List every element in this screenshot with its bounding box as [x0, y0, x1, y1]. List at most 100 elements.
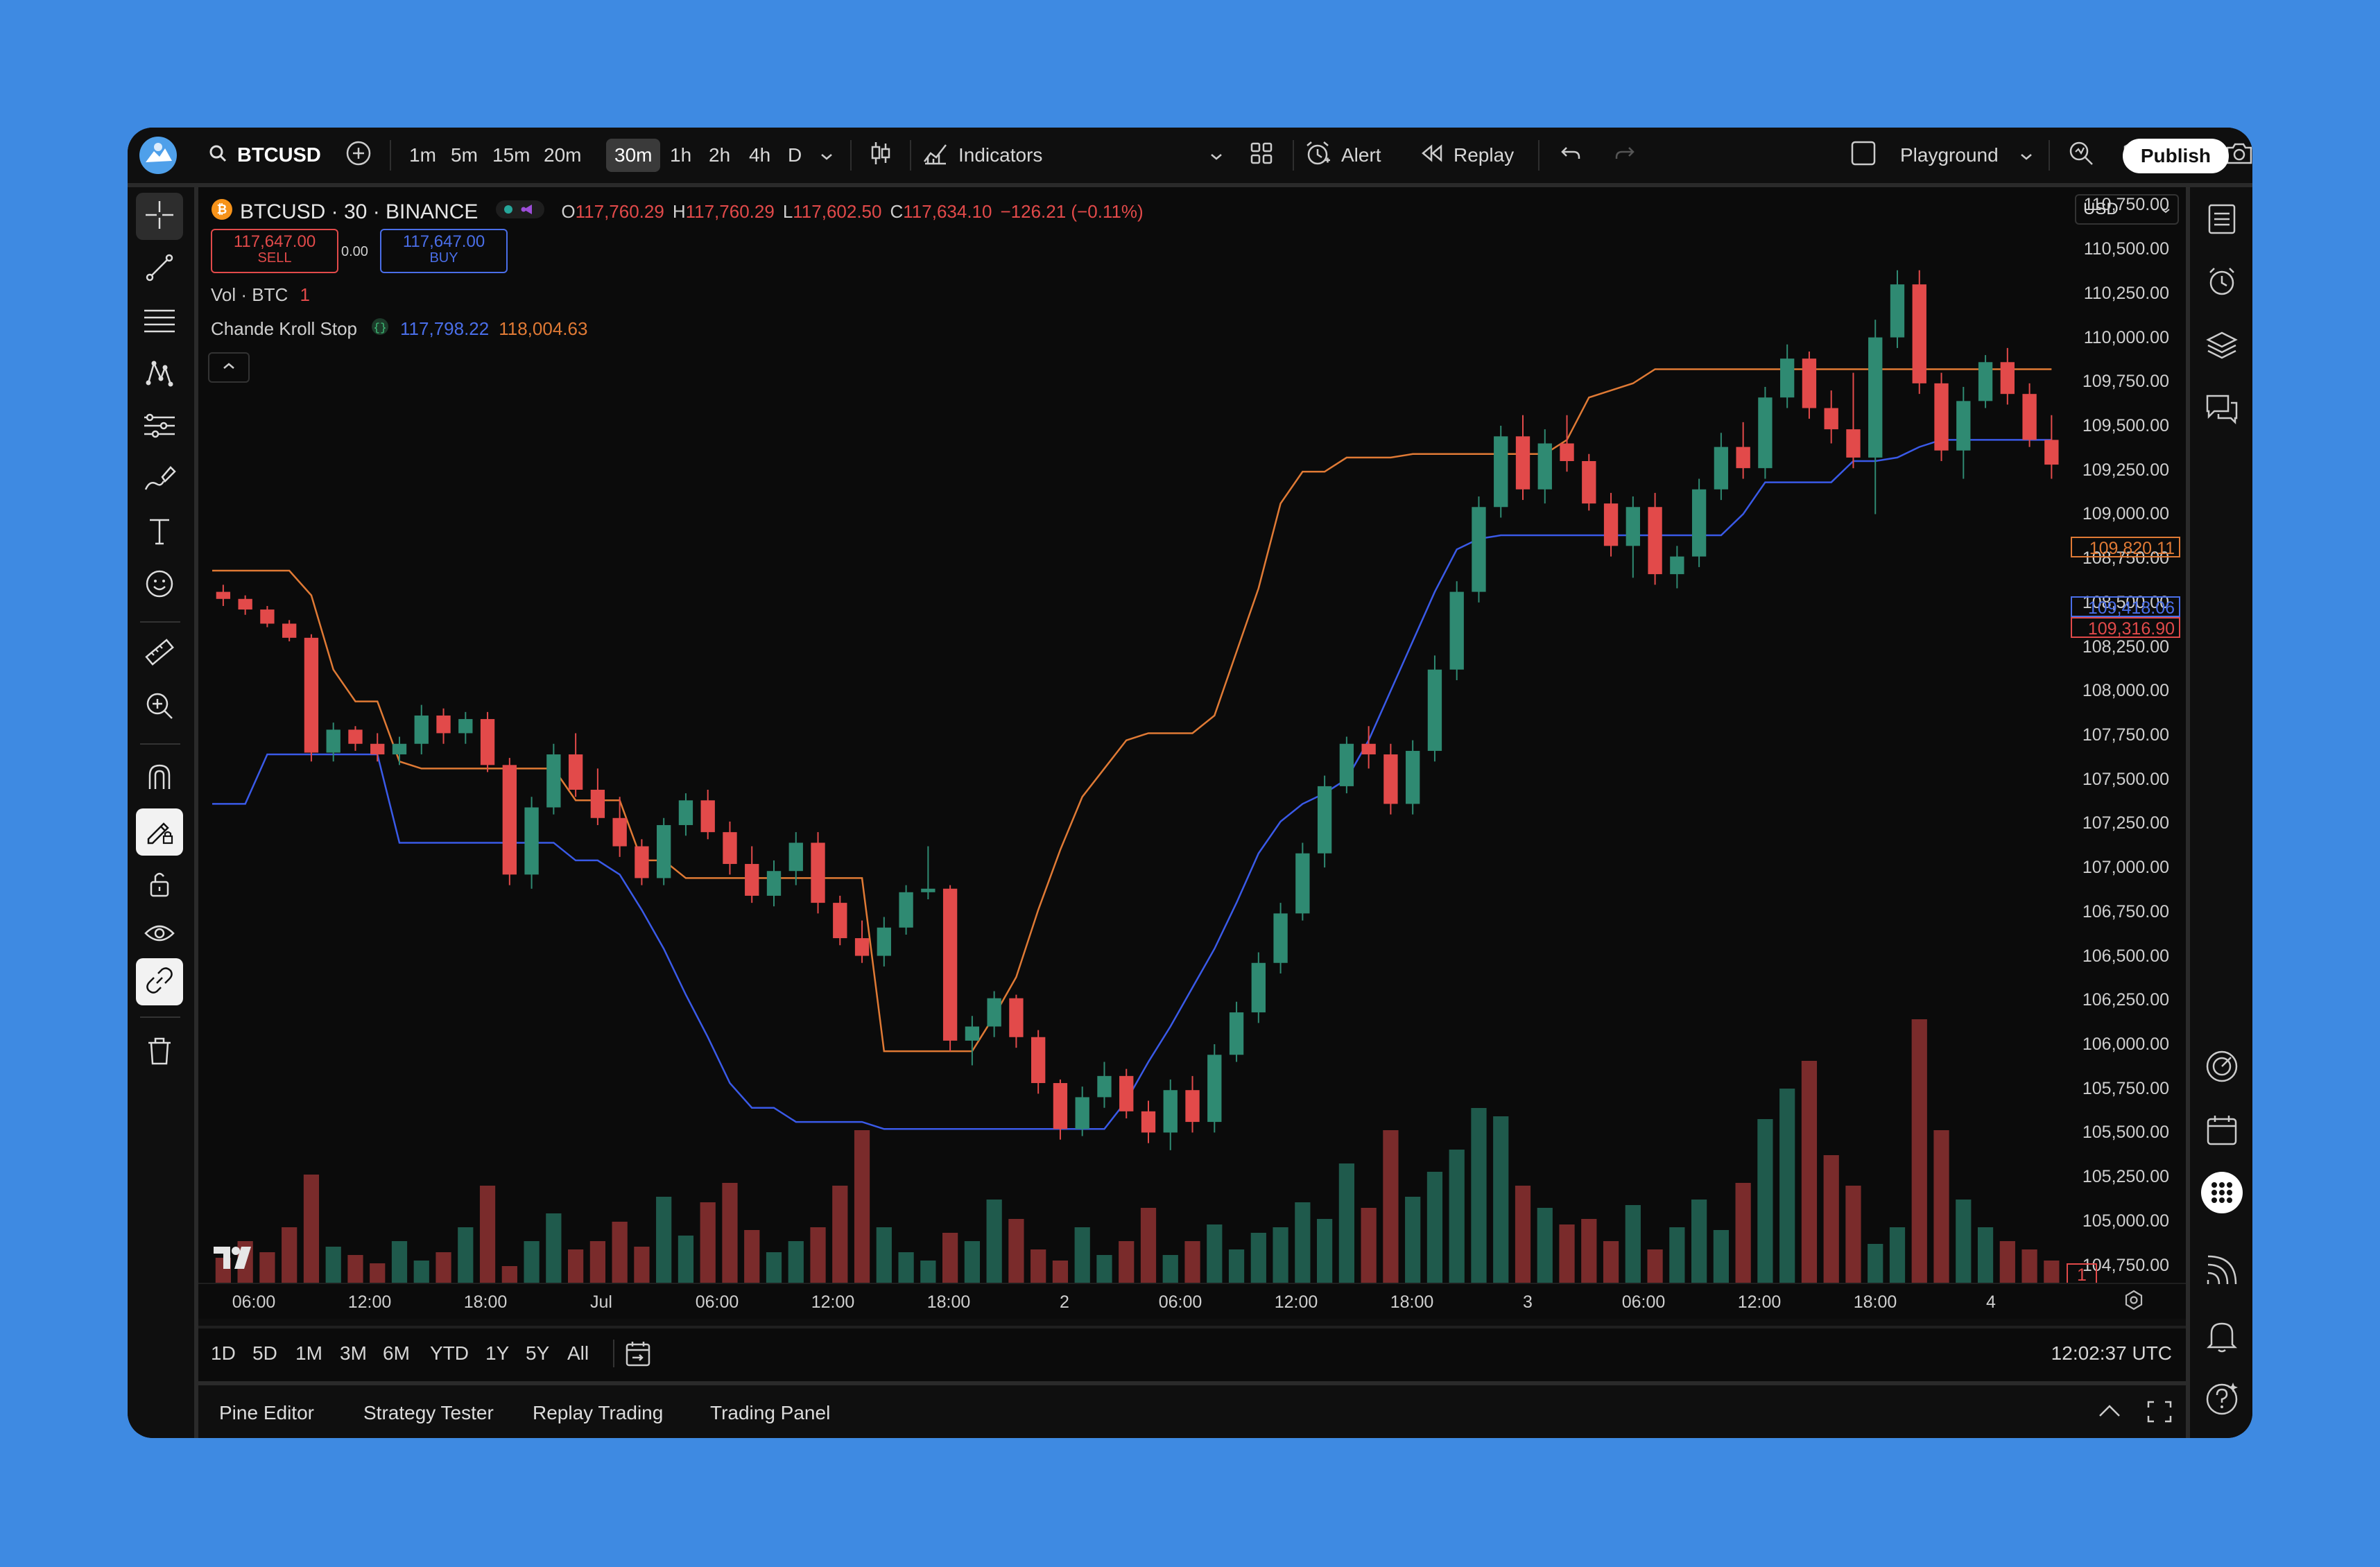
symbol-legend[interactable]: ₿ BTCUSD · 30 · BINANCE O117,760.29 H117… [211, 198, 1144, 225]
tab-trading-panel[interactable]: Trading Panel [710, 1402, 830, 1424]
help-button[interactable] [2201, 1378, 2243, 1420]
range-1m[interactable]: 1M [295, 1342, 322, 1365]
undo-button[interactable] [1553, 128, 1588, 183]
interval-30m[interactable]: 30m [606, 139, 661, 172]
candle [1185, 1075, 1200, 1133]
tab-replay-trading[interactable]: Replay Trading [533, 1402, 663, 1424]
volume-bar [1911, 1019, 1927, 1283]
sync-drawings[interactable] [136, 958, 183, 1005]
price-chart[interactable] [198, 187, 2186, 1319]
interval-1m[interactable]: 1m [401, 139, 445, 172]
streams-button[interactable] [2201, 1251, 2243, 1292]
interval-dropdown[interactable] [814, 128, 839, 183]
range-ytd[interactable]: YTD [430, 1342, 469, 1365]
indicator-legend[interactable]: Chande Kroll Stop {} 117,798.22 118,004.… [211, 318, 587, 340]
indicators-dropdown[interactable] [1204, 128, 1229, 183]
zoom-tool[interactable] [136, 684, 183, 731]
divider [140, 621, 180, 623]
volume-legend[interactable]: Vol · BTC 1 [211, 284, 310, 306]
interval-20m[interactable]: 20m [535, 139, 589, 172]
fib-tool[interactable] [136, 298, 183, 345]
pattern-tool[interactable] [136, 351, 183, 398]
object-tree-button[interactable] [2201, 326, 2243, 367]
utc-clock[interactable]: 12:02:37 UTC [2051, 1342, 2172, 1365]
crosshair-tool[interactable] [136, 193, 183, 240]
alert-label: Alert [1341, 144, 1381, 166]
magnet-tool[interactable] [136, 754, 183, 802]
watchlist-button[interactable] [2201, 200, 2243, 241]
volume-bar [1735, 1183, 1751, 1283]
market-status[interactable] [496, 199, 545, 225]
pattern-icon [144, 358, 175, 392]
range-3m[interactable]: 3M [340, 1342, 367, 1365]
compare-add-button[interactable] [341, 128, 376, 183]
candle [788, 832, 803, 885]
tab-pine-editor[interactable]: Pine Editor [219, 1402, 314, 1424]
emoji-tool[interactable] [136, 562, 183, 609]
interval-4h[interactable]: 4h [741, 139, 779, 172]
candle [1383, 743, 1398, 815]
pencil-lock-icon [144, 815, 175, 849]
buy-button[interactable]: 117,647.00 BUY [380, 229, 508, 273]
collapse-legend-button[interactable] [208, 352, 250, 383]
brush-tool[interactable] [136, 456, 183, 503]
ideas-button[interactable] [2201, 1047, 2243, 1089]
candle [1582, 453, 1596, 511]
axis-settings-button[interactable] [2123, 1290, 2144, 1314]
high-value: 117,760.29 [685, 201, 775, 222]
app-logo[interactable] [137, 128, 179, 183]
volume-bar [1052, 1261, 1069, 1283]
interval-2h[interactable]: 2h [700, 139, 739, 172]
goto-date-button[interactable] [624, 1340, 653, 1372]
magnet-icon [144, 761, 175, 795]
interval-d[interactable]: D [779, 139, 810, 172]
sell-button[interactable]: 117,647.00 SELL [211, 229, 338, 273]
interval-5m[interactable]: 5m [442, 139, 486, 172]
indicators-icon [922, 141, 949, 171]
products-button[interactable] [2201, 1171, 2243, 1215]
text-tool[interactable] [136, 509, 183, 556]
lock-all-drawings[interactable] [136, 861, 183, 908]
publish-button[interactable]: Publish [2122, 139, 2229, 173]
measure-tool[interactable] [136, 631, 183, 678]
range-5d[interactable]: 5D [252, 1342, 277, 1365]
tab-strategy-tester[interactable]: Strategy Tester [363, 1402, 494, 1424]
redo-button[interactable] [1607, 128, 1642, 183]
replay-button[interactable]: Replay [1420, 128, 1531, 183]
hide-drawings[interactable] [136, 911, 183, 958]
chart-type-button[interactable] [861, 128, 900, 183]
interval-1h[interactable]: 1h [662, 139, 700, 172]
candle [1251, 952, 1266, 1023]
layouts-button[interactable] [1244, 128, 1279, 183]
chart-pane[interactable]: ₿ BTCUSD · 30 · BINANCE O117,760.29 H117… [198, 187, 2186, 1319]
volume-bar [1868, 1244, 1883, 1283]
range-1d[interactable]: 1D [211, 1342, 236, 1365]
layout-name-button[interactable]: Playground [1850, 128, 2030, 183]
trend-line-tool[interactable] [136, 245, 183, 293]
expand-panel-button[interactable] [2096, 1401, 2123, 1425]
calendar-button[interactable] [2201, 1111, 2243, 1152]
maximize-panel-button[interactable] [2146, 1399, 2173, 1428]
alert-button[interactable]: Alert [1304, 128, 1401, 183]
quick-search-button[interactable] [2064, 128, 2098, 183]
range-6m[interactable]: 6M [383, 1342, 410, 1365]
volume-bar [436, 1252, 451, 1283]
price-tick-label: 105,250.00 [2082, 1167, 2169, 1187]
tradingview-logo[interactable] [214, 1245, 259, 1274]
layout-dropdown[interactable] [2014, 128, 2039, 183]
divider [613, 1340, 614, 1367]
unlock-icon [146, 868, 173, 902]
chats-button[interactable] [2201, 390, 2243, 431]
lock-drawing-mode[interactable] [136, 808, 183, 856]
range-all[interactable]: All [567, 1342, 589, 1365]
range-5y[interactable]: 5Y [526, 1342, 549, 1365]
symbol-search[interactable]: BTCUSD [208, 128, 326, 183]
remove-drawings[interactable] [136, 1029, 183, 1076]
indicators-button[interactable]: Indicators [922, 128, 1061, 183]
candle [1956, 386, 1971, 479]
range-1y[interactable]: 1Y [485, 1342, 509, 1365]
alerts-button[interactable] [2201, 262, 2243, 304]
notifications-button[interactable] [2201, 1316, 2243, 1358]
interval-15m[interactable]: 15m [484, 139, 538, 172]
forecast-tool[interactable] [136, 404, 183, 451]
